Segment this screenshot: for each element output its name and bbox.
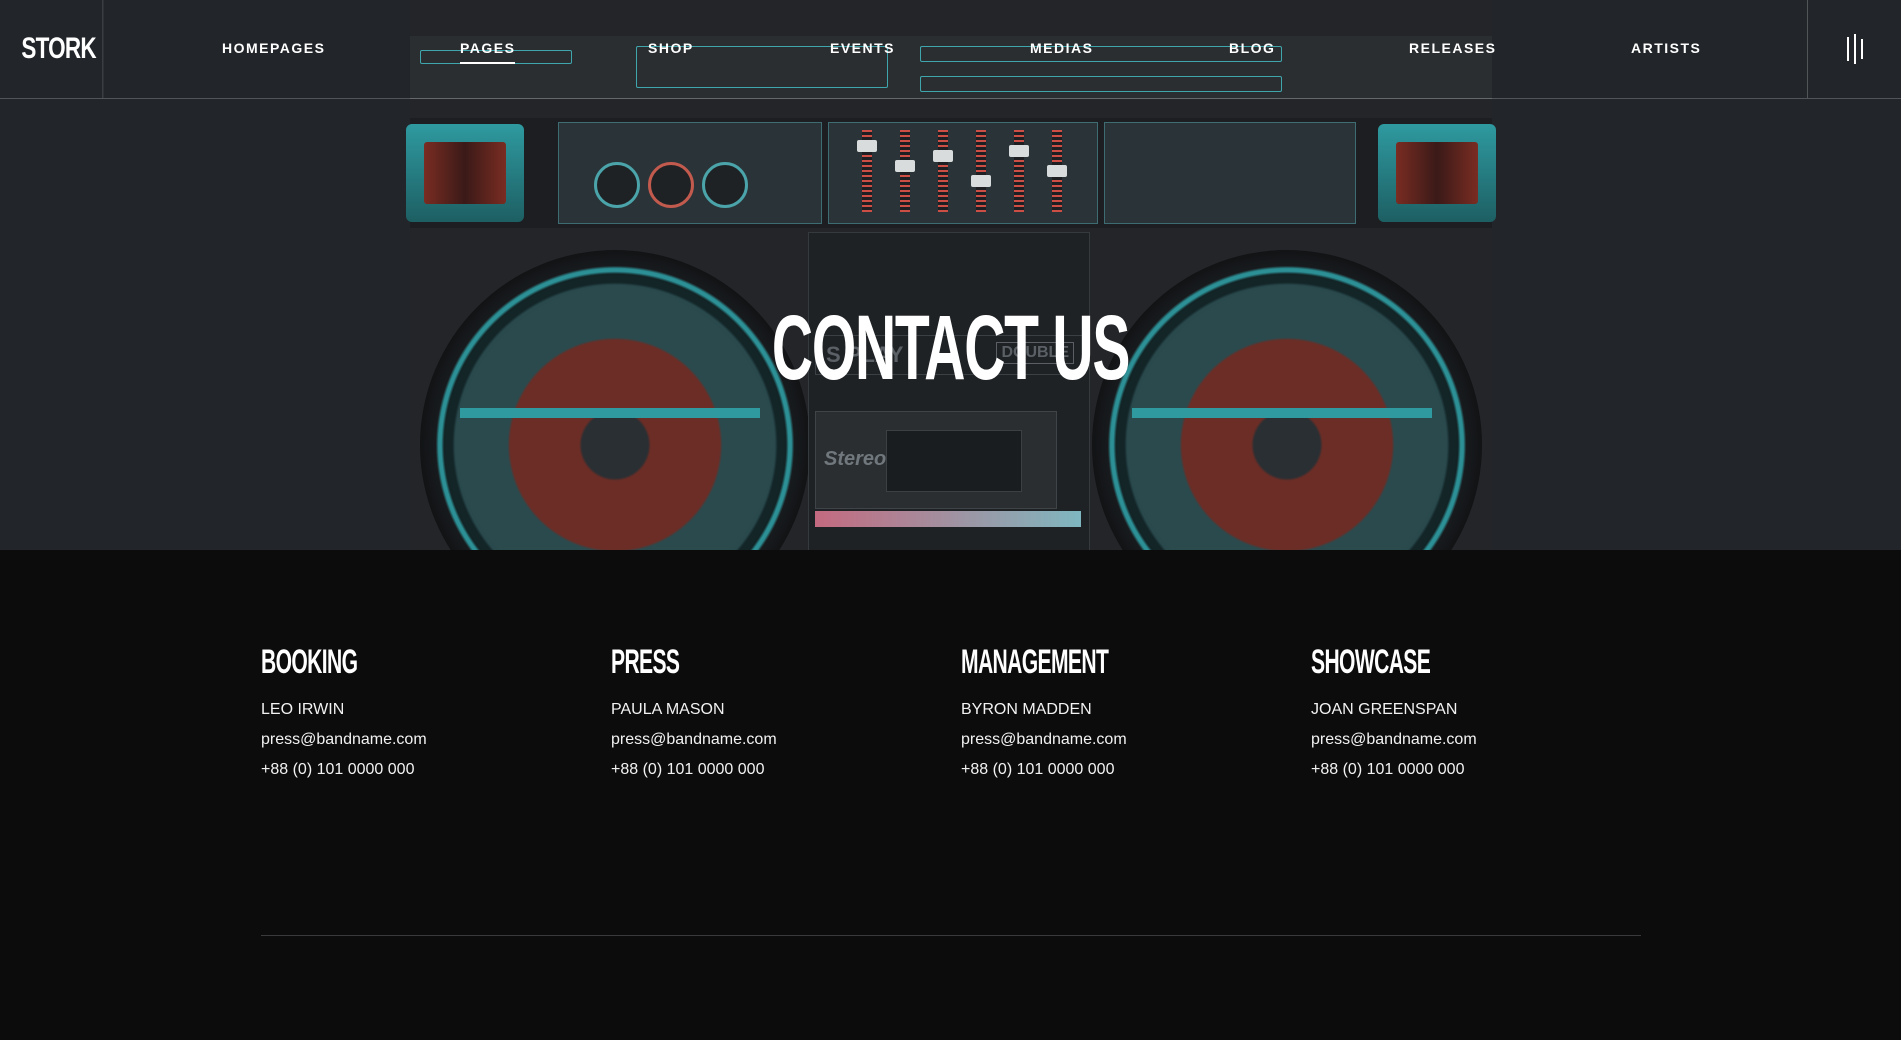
speaker-grill-bar xyxy=(460,408,760,418)
site-header: STORK HOMEPAGES PAGES SHOP EVENTS MEDIAS… xyxy=(0,0,1901,99)
menu-bar xyxy=(1860,39,1863,59)
equalizer-slider xyxy=(976,130,986,212)
boombox-handle-right xyxy=(1378,124,1496,222)
contact-heading: PRESS xyxy=(611,643,680,681)
nav-item-medias[interactable]: MEDIAS xyxy=(1030,40,1093,56)
menu-bar xyxy=(1853,34,1856,64)
contact-email-link[interactable]: press@bandname.com xyxy=(1311,725,1631,755)
contact-column-booking: BOOKING LEO IRWIN press@bandname.com +88… xyxy=(261,645,581,785)
slider-cap xyxy=(895,160,915,172)
contact-heading: SHOWCASE xyxy=(1311,643,1431,681)
contact-email-link[interactable]: press@bandname.com xyxy=(961,725,1281,755)
slider-cap xyxy=(933,150,953,162)
equalizer-slider xyxy=(938,130,948,212)
speaker-right xyxy=(1092,250,1482,550)
equalizer-slider xyxy=(1014,130,1024,212)
menu-button[interactable] xyxy=(1807,0,1901,98)
nav-item-artists[interactable]: ARTISTS xyxy=(1631,40,1701,56)
site-logo[interactable]: STORK xyxy=(15,0,104,98)
main-nav: HOMEPAGES PAGES SHOP EVENTS MEDIAS BLOG … xyxy=(117,0,1807,98)
contact-name: JOAN GREENSPAN xyxy=(1311,701,1458,718)
contact-column-showcase: SHOWCASE JOAN GREENSPAN press@bandname.c… xyxy=(1311,645,1631,785)
contact-phone[interactable]: +88 (0) 101 0000 000 xyxy=(261,755,581,785)
nav-item-events[interactable]: EVENTS xyxy=(830,40,895,56)
footer-divider xyxy=(261,935,1641,936)
boombox-knob xyxy=(594,162,640,208)
speaker-left xyxy=(420,250,810,550)
boombox-mode-panel xyxy=(1104,122,1356,224)
boombox-handle-left xyxy=(406,124,524,222)
cassette-label: Stereo xyxy=(824,448,887,470)
contact-column-press: PRESS PAULA MASON press@bandname.com +88… xyxy=(611,645,931,785)
nav-item-blog[interactable]: BLOG xyxy=(1229,40,1275,56)
contact-heading: BOOKING xyxy=(261,643,358,681)
cassette-window xyxy=(886,430,1022,492)
page-title: CONTACT US xyxy=(771,296,1131,399)
contact-email-link[interactable]: press@bandname.com xyxy=(261,725,581,755)
boombox-knob xyxy=(702,162,748,208)
contact-email-link[interactable]: press@bandname.com xyxy=(611,725,931,755)
nav-item-releases[interactable]: RELEASES xyxy=(1409,40,1496,56)
slider-cap xyxy=(1009,145,1029,157)
boombox-knob xyxy=(648,162,694,208)
contact-name: LEO IRWIN xyxy=(261,701,345,718)
slider-cap xyxy=(857,140,877,152)
cassette-slot: Stereo xyxy=(815,411,1057,509)
contact-name: BYRON MADDEN xyxy=(961,701,1092,718)
contact-phone[interactable]: +88 (0) 101 0000 000 xyxy=(611,755,931,785)
contact-column-management: MANAGEMENT BYRON MADDEN press@bandname.c… xyxy=(961,645,1281,785)
menu-bars-icon xyxy=(1846,37,1849,61)
contact-name: PAULA MASON xyxy=(611,701,725,718)
nav-item-shop[interactable]: SHOP xyxy=(648,40,694,56)
speaker-grill-bar xyxy=(1132,408,1432,418)
slider-cap xyxy=(1047,165,1067,177)
contact-section: BOOKING LEO IRWIN press@bandname.com +88… xyxy=(261,645,1641,785)
contact-phone[interactable]: +88 (0) 101 0000 000 xyxy=(1311,755,1631,785)
nav-item-pages[interactable]: PAGES xyxy=(460,40,516,64)
deck-buttons xyxy=(815,511,1081,527)
contact-heading: MANAGEMENT xyxy=(961,643,1109,681)
slider-cap xyxy=(971,175,991,187)
nav-item-homepages[interactable]: HOMEPAGES xyxy=(222,40,325,56)
contact-phone[interactable]: +88 (0) 101 0000 000 xyxy=(961,755,1281,785)
